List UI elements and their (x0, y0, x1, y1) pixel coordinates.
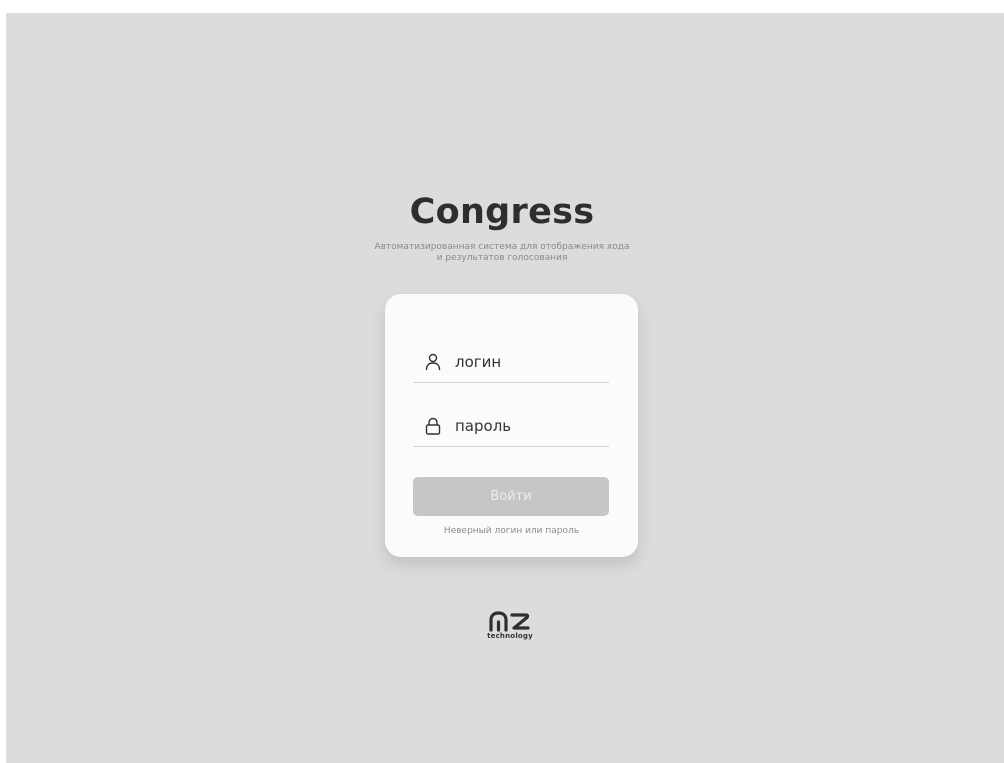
login-input[interactable] (455, 353, 605, 371)
m2-logo-icon (489, 611, 530, 632)
app-title: Congress (409, 192, 595, 232)
app-subtitle-line-1: Автоматизированная система для отображен… (374, 242, 630, 252)
app-subtitle: Автоматизированная система для отображен… (0, 242, 1004, 264)
password-input[interactable] (455, 417, 605, 435)
password-field (413, 406, 609, 447)
app-subtitle-line-2: и результатов голосования (436, 253, 568, 263)
login-card: Войти Неверный логин или пароль (385, 294, 638, 557)
company-logo: technology (480, 610, 540, 650)
login-button[interactable]: Войти (413, 477, 609, 516)
error-message: Неверный логин или пароль (443, 526, 580, 536)
logo-text: technology (487, 632, 533, 640)
user-icon (423, 352, 443, 372)
lock-icon (423, 416, 443, 436)
login-field (413, 342, 609, 383)
